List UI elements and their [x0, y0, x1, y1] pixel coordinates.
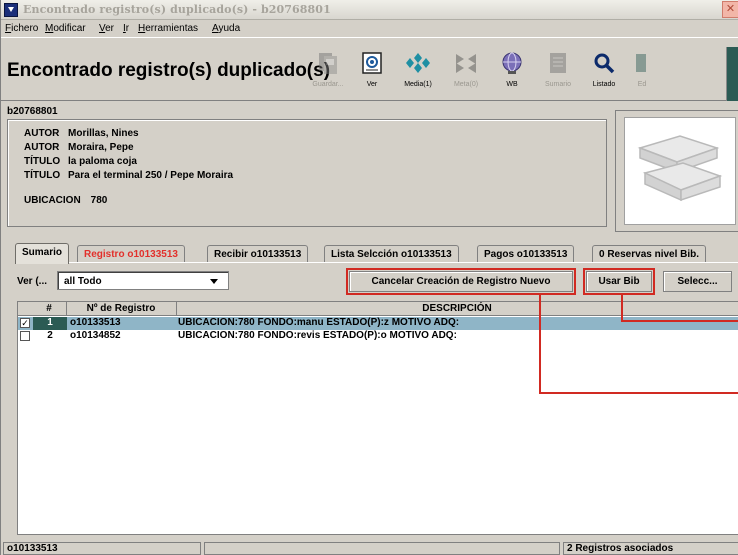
row-checkbox[interactable]: ✓: [20, 318, 30, 328]
field-author-1: AUTOR Morillas, Nines: [24, 128, 139, 139]
globe-icon: [502, 52, 522, 74]
annotation-line-vertical-2: [621, 293, 623, 322]
column-header-record[interactable]: Nº de Registro: [66, 303, 176, 316]
column-header-description[interactable]: DESCRIPCIÓN: [176, 303, 738, 316]
row-record-number: o10134852: [70, 330, 121, 341]
media-label: Media(1): [404, 81, 432, 88]
records-table: # Nº de Registro DESCRIPCIÓN ✓ 1 o101335…: [17, 301, 738, 535]
field-key: AUTOR: [24, 128, 60, 139]
view-icon: [362, 52, 382, 74]
field-value: Morillas, Nines: [68, 128, 139, 139]
view-label: Ver: [366, 81, 378, 88]
magnifier-icon: [594, 53, 615, 74]
tab-reservas[interactable]: 0 Reservas nivel Bib.: [592, 245, 707, 263]
title-bar[interactable]: Encontrado registro(s) duplicado(s) - b2…: [1, 0, 738, 20]
field-author-2: AUTOR Moraira, Pepe: [24, 142, 134, 153]
status-current-record: o10133513: [3, 542, 201, 555]
record-id: b20768801: [7, 106, 58, 117]
media-button[interactable]: Media(1): [395, 51, 441, 95]
books-icon: [637, 135, 723, 202]
app-icon: [4, 3, 18, 17]
field-value: Para el terminal 250 / Pepe Moraira: [68, 170, 234, 181]
menu-bar: Fichero Modificar Ver Ir Herramientas Ay…: [1, 20, 738, 38]
toolbar: Encontrado registro(s) duplicado(s) Guar…: [1, 39, 738, 101]
field-key: AUTOR: [24, 142, 60, 153]
annotation-line-horizontal-2: [621, 320, 738, 322]
row-description: UBICACION:780 FONDO:revis ESTADO(P):o MO…: [178, 330, 457, 341]
tab-sumario[interactable]: Sumario: [15, 243, 70, 264]
field-title-1: TÍTULO la paloma coja: [24, 156, 137, 167]
menu-ver[interactable]: Ver: [99, 23, 114, 34]
cancel-new-record-label: Cancelar Creación de Registro Nuevo: [371, 276, 551, 287]
edit-icon: [636, 54, 646, 72]
field-value: Moraira, Pepe: [68, 142, 134, 153]
menu-herramientas[interactable]: Herramientas: [138, 23, 198, 34]
column-header-index[interactable]: #: [32, 303, 66, 316]
row-index: 1: [33, 317, 67, 330]
edit-button[interactable]: Ed: [627, 51, 657, 95]
field-value: la paloma coja: [68, 156, 137, 167]
field-title-2: TÍTULO Para el terminal 250 / Pepe Morair…: [24, 170, 233, 181]
cover-image-frame: [615, 110, 738, 232]
window-title: Encontrado registro(s) duplicado(s) - b2…: [23, 3, 331, 16]
table-row[interactable]: ✓ 1 o10133513 UBICACION:780 FONDO:manu E…: [18, 317, 738, 330]
select-button[interactable]: Selecc...: [663, 271, 732, 292]
field-location: UBICACION 780: [24, 195, 107, 206]
table-header: # Nº de Registro DESCRIPCIÓN: [18, 302, 738, 316]
field-value: 780: [90, 195, 108, 206]
menu-ayuda[interactable]: Ayuda: [212, 23, 240, 34]
summary-icon: [550, 53, 566, 73]
view-filter-label: Ver (...: [17, 276, 48, 287]
row-description: UBICACION:780 FONDO:manu ESTADO(P):z MOT…: [178, 317, 460, 328]
annotation-line-vertical-1: [539, 293, 541, 393]
field-key: TÍTULO: [24, 156, 61, 167]
meta-label: Meta(0): [453, 81, 479, 88]
status-message: [204, 542, 560, 555]
table-row[interactable]: 2 o10134852 UBICACION:780 FONDO:revis ES…: [18, 330, 738, 343]
wb-button[interactable]: WB: [489, 51, 535, 95]
field-key: TÍTULO: [24, 170, 61, 181]
chevron-down-icon: [210, 279, 218, 284]
menu-fichero[interactable]: Fichero: [5, 23, 38, 34]
duplicate-records-window: Encontrado registro(s) duplicado(s) - b2…: [0, 0, 738, 555]
row-index: 2: [47, 330, 53, 341]
cancel-new-record-button[interactable]: Cancelar Creación de Registro Nuevo: [346, 268, 576, 295]
row-record-number: o10133513: [70, 317, 121, 328]
cover-image: [624, 117, 736, 225]
menu-ir[interactable]: Ir: [123, 23, 129, 34]
list-button[interactable]: Listado: [581, 51, 627, 95]
status-bar: o10133513 2 Registros asociados: [1, 541, 738, 555]
view-filter-value: all Todo: [64, 276, 102, 287]
tab-registro[interactable]: Registro o10133513: [77, 245, 185, 263]
view-filter-select[interactable]: all Todo: [57, 271, 229, 290]
status-record-count: 2 Registros asociados: [563, 542, 738, 555]
tab-pagos[interactable]: Pagos o10133513: [477, 245, 575, 263]
summary-label: Sumario: [544, 81, 572, 88]
tab-recibir[interactable]: Recibir o10133513: [207, 245, 309, 263]
view-button[interactable]: Ver: [349, 51, 395, 95]
tab-lista-seleccion[interactable]: Lista Selcción o10133513: [324, 245, 459, 263]
toolbar-scroll-handle[interactable]: [726, 47, 738, 101]
edit-label: Ed: [637, 81, 647, 88]
annotation-line-horizontal-1: [539, 392, 738, 394]
save-label: Guardar...: [312, 81, 344, 88]
meta-icon: [456, 54, 476, 73]
media-icon: [406, 53, 430, 73]
menu-modificar[interactable]: Modificar: [45, 23, 86, 34]
field-key: UBICACION: [24, 195, 81, 206]
tab-bar: Sumario Registro o10133513 Recibir o1013…: [15, 243, 738, 264]
meta-button[interactable]: Meta(0): [443, 51, 489, 95]
wb-label: WB: [506, 81, 518, 88]
row-checkbox[interactable]: [20, 331, 30, 341]
save-icon: [319, 53, 337, 74]
save-button[interactable]: Guardar...: [305, 51, 351, 95]
list-label: Listado: [592, 81, 616, 88]
use-bib-label: Usar Bib: [598, 276, 640, 287]
use-bib-button[interactable]: Usar Bib: [583, 268, 655, 295]
page-title: Encontrado registro(s) duplicado(s): [7, 60, 331, 81]
summary-button[interactable]: Sumario: [535, 51, 581, 95]
record-summary-panel: AUTOR Morillas, Nines AUTOR Moraira, Pepe …: [7, 119, 607, 227]
select-label: Selecc...: [677, 276, 718, 287]
close-icon[interactable]: ✕: [722, 1, 738, 18]
